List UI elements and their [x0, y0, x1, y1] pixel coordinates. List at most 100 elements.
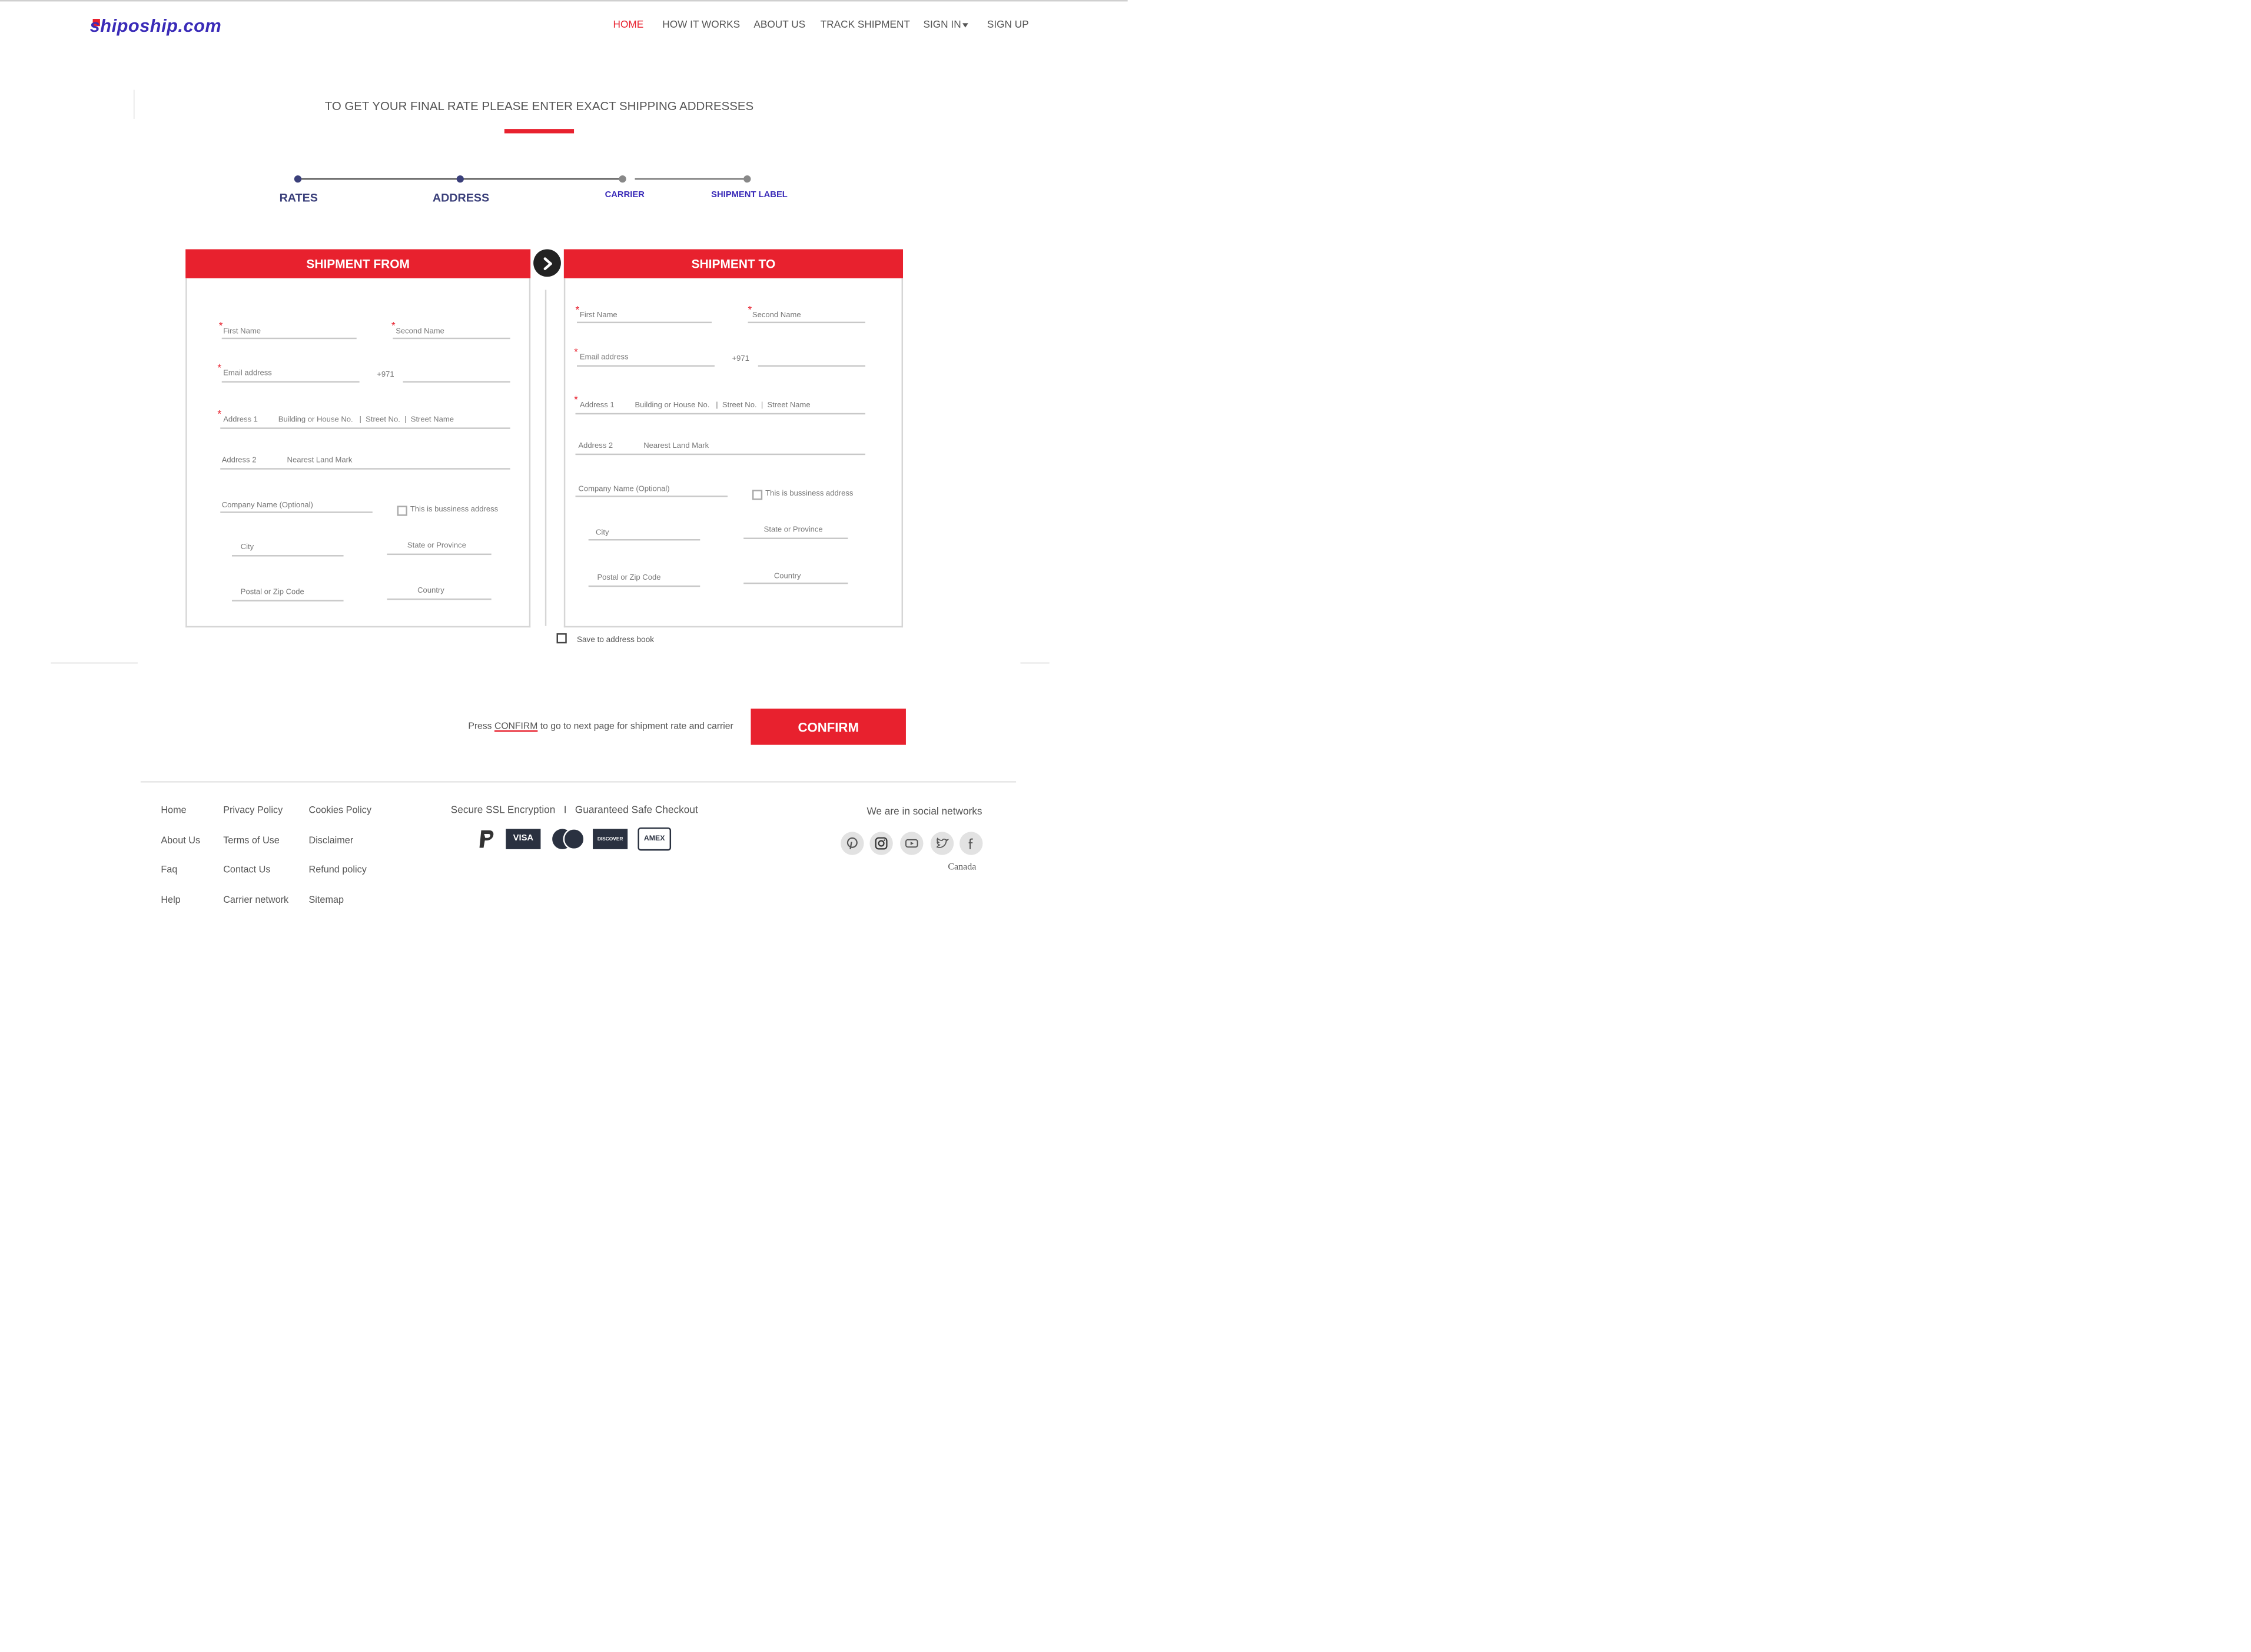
confirm-prefix: Press — [468, 722, 494, 732]
footer-link-cookies-policy[interactable]: Cookies Policy — [308, 806, 371, 816]
country-label: Canada — [948, 862, 977, 873]
to-address1-hint: Building or House No. | Street No. | Str… — [635, 401, 811, 410]
top-border — [0, 0, 1128, 2]
from-address1-field[interactable] — [220, 427, 510, 429]
pinterest-icon[interactable] — [841, 832, 864, 855]
to-postal-field[interactable] — [588, 585, 700, 587]
from-business-checkbox[interactable] — [397, 506, 407, 516]
footer-link-about-us[interactable]: About Us — [161, 836, 200, 846]
logo[interactable]: shipoship.com — [90, 16, 222, 36]
to-state-label: State or Province — [763, 526, 823, 535]
footer-link-disclaimer[interactable]: Disclaimer — [308, 836, 353, 846]
amex-icon: AMEX — [638, 827, 672, 851]
from-address1-hint: Building or House No. | Street No. | Str… — [278, 416, 454, 425]
stepper-line — [635, 178, 748, 180]
visa-icon: VISA — [506, 829, 541, 849]
step-dot-rates — [294, 175, 302, 183]
footer-link-terms-of-use[interactable]: Terms of Use — [223, 836, 280, 846]
from-email-label: Email address — [223, 369, 272, 378]
confirm-suffix: to go to next page for shipment rate and… — [537, 722, 733, 732]
paypal-icon — [476, 827, 499, 850]
social-networks-label: We are in social networks — [866, 807, 982, 817]
from-phone-field[interactable] — [403, 381, 510, 383]
nav-sign-in[interactable]: SIGN IN — [923, 20, 968, 31]
from-second-name-field[interactable] — [393, 337, 510, 340]
from-city-label: City — [240, 543, 254, 553]
step-address: ADDRESS — [432, 191, 490, 205]
to-address1-field[interactable] — [575, 413, 865, 415]
from-city-field[interactable] — [231, 555, 344, 557]
footer-link-help[interactable]: Help — [161, 896, 180, 906]
from-country-label: Country — [417, 587, 444, 596]
nav-sign-in-label: SIGN IN — [923, 20, 961, 31]
required-marker: * — [575, 305, 580, 316]
to-email-field[interactable] — [576, 365, 715, 367]
footer-link-privacy-policy[interactable]: Privacy Policy — [223, 806, 283, 816]
to-company-field[interactable] — [575, 496, 728, 497]
footer-link-carrier-network[interactable]: Carrier network — [223, 896, 288, 906]
to-business-checkbox[interactable] — [752, 490, 763, 500]
required-marker: * — [574, 347, 578, 358]
footer-link-sitemap[interactable]: Sitemap — [308, 896, 344, 906]
page: shipoship.com HOME HOW IT WORKS ABOUT US… — [0, 0, 2251, 1652]
divider — [51, 662, 138, 664]
swap-arrow-button[interactable] — [533, 249, 561, 277]
from-second-name-label: Second Name — [396, 327, 444, 337]
from-postal-field[interactable] — [231, 600, 344, 601]
from-business-label: This is bussiness address — [410, 506, 499, 515]
to-company-label: Company Name (Optional) — [578, 485, 670, 494]
panel-divider — [545, 290, 547, 626]
chevron-down-icon — [962, 22, 968, 27]
step-shipment-label: SHIPMENT LABEL — [711, 191, 788, 200]
to-city-field[interactable] — [588, 539, 700, 541]
step-rates: RATES — [279, 191, 318, 205]
nav-about-us[interactable]: ABOUT US — [753, 20, 805, 30]
to-address2-hint: Nearest Land Mark — [643, 442, 709, 451]
to-first-name-field[interactable] — [576, 321, 712, 324]
required-marker: * — [391, 321, 396, 332]
to-state-field[interactable] — [743, 537, 848, 539]
from-company-label: Company Name (Optional) — [221, 501, 313, 510]
secure-checkout-text: Secure SSL Encryption I Guaranteed Safe … — [450, 806, 698, 816]
twitter-icon[interactable] — [930, 832, 954, 855]
nav-home[interactable]: HOME — [613, 20, 644, 30]
step-dot-carrier — [619, 175, 626, 183]
footer-link-home[interactable]: Home — [161, 806, 186, 816]
to-address2-label: Address 2 — [578, 442, 613, 451]
from-email-field[interactable] — [221, 381, 360, 383]
from-state-field[interactable] — [387, 553, 492, 556]
discover-icon: DISCOVER — [593, 829, 628, 849]
instagram-icon[interactable] — [869, 832, 893, 855]
required-marker: * — [217, 410, 222, 421]
nav-how-it-works[interactable]: HOW IT WORKS — [662, 20, 740, 30]
to-address1-label: Address 1 — [579, 401, 615, 410]
to-address2-field[interactable] — [575, 453, 865, 456]
from-country-field[interactable] — [387, 598, 492, 600]
from-address2-field[interactable] — [220, 468, 510, 470]
step-dot-shipment-label — [743, 175, 751, 183]
to-phone-prefix: +971 — [732, 355, 749, 364]
youtube-icon[interactable] — [900, 832, 924, 855]
to-country-label: Country — [773, 572, 801, 581]
required-marker: * — [218, 321, 223, 332]
from-first-name-label: First Name — [223, 327, 261, 337]
to-country-field[interactable] — [743, 582, 848, 584]
confirm-button[interactable]: CONFIRM — [751, 709, 906, 745]
footer-link-faq[interactable]: Faq — [161, 865, 177, 875]
facebook-icon[interactable] — [960, 832, 983, 855]
footer-link-contact-us[interactable]: Contact Us — [223, 865, 270, 875]
divider — [1020, 662, 1050, 664]
to-email-label: Email address — [579, 353, 629, 363]
nav-sign-up[interactable]: SIGN UP — [987, 20, 1029, 30]
footer-link-refund-policy[interactable]: Refund policy — [308, 865, 366, 875]
step-dot-address — [456, 175, 464, 183]
nav-track-shipment[interactable]: TRACK SHIPMENT — [821, 20, 910, 30]
step-carrier: CARRIER — [605, 191, 645, 200]
from-company-field[interactable] — [220, 511, 373, 513]
shipment-from-header: SHIPMENT FROM — [185, 249, 531, 278]
to-phone-field[interactable] — [758, 365, 865, 367]
mastercard-icon — [551, 827, 586, 850]
to-second-name-field[interactable] — [748, 321, 865, 324]
from-first-name-field[interactable] — [221, 337, 357, 340]
save-address-book-checkbox[interactable] — [556, 633, 567, 644]
